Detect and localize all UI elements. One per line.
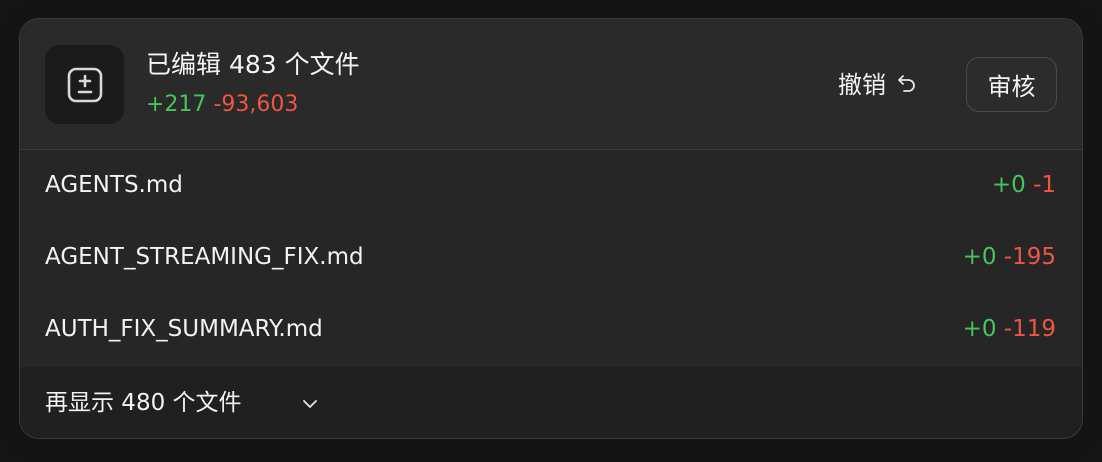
file-row[interactable]: AGENT_STREAMING_FIX.md +0 -195 — [20, 222, 1082, 294]
file-name: AUTH_FIX_SUMMARY.md — [45, 316, 323, 342]
file-diff-counts: +0 -1 — [992, 169, 1056, 201]
show-more-label: 再显示 480 个文件 — [45, 390, 242, 416]
card-header: 已编辑 483 个文件 +217 -93,603 撤销 审核 — [20, 19, 1082, 150]
file-name: AGENTS.md — [45, 172, 183, 198]
window-frame: 已编辑 483 个文件 +217 -93,603 撤销 审核 AGENTS.md — [0, 0, 1102, 462]
file-name: AGENT_STREAMING_FIX.md — [45, 244, 364, 270]
file-lines-removed: -1 — [1033, 172, 1056, 198]
file-row[interactable]: AUTH_FIX_SUMMARY.md +0 -119 — [20, 294, 1082, 366]
file-lines-removed: -119 — [1003, 316, 1056, 342]
file-diff-counts: +0 -119 — [963, 313, 1056, 345]
file-lines-added: +0 — [991, 172, 1026, 198]
edited-files-card: 已编辑 483 个文件 +217 -93,603 撤销 审核 AGENTS.md — [19, 18, 1083, 439]
file-lines-removed: -195 — [1003, 244, 1056, 270]
file-diff-counts: +0 -195 — [963, 241, 1056, 273]
undo-label: 撤销 — [838, 71, 886, 99]
lines-removed: -93,603 — [213, 92, 299, 117]
chevron-down-icon — [301, 395, 319, 413]
show-more-files-button[interactable]: 再显示 480 个文件 — [20, 367, 1082, 438]
file-lines-added: +0 — [962, 316, 997, 342]
undo-arrow-icon — [896, 72, 918, 98]
lines-added: +217 — [146, 92, 207, 117]
diff-plus-minus-icon — [45, 45, 124, 124]
file-row[interactable]: AGENTS.md +0 -1 — [20, 150, 1082, 222]
undo-button[interactable]: 撤销 — [838, 66, 918, 104]
diff-stats: +217 -93,603 — [146, 90, 298, 120]
file-lines-added: +0 — [962, 244, 997, 270]
edited-files-title: 已编辑 483 个文件 — [146, 50, 360, 79]
review-button[interactable]: 审核 — [966, 57, 1057, 112]
